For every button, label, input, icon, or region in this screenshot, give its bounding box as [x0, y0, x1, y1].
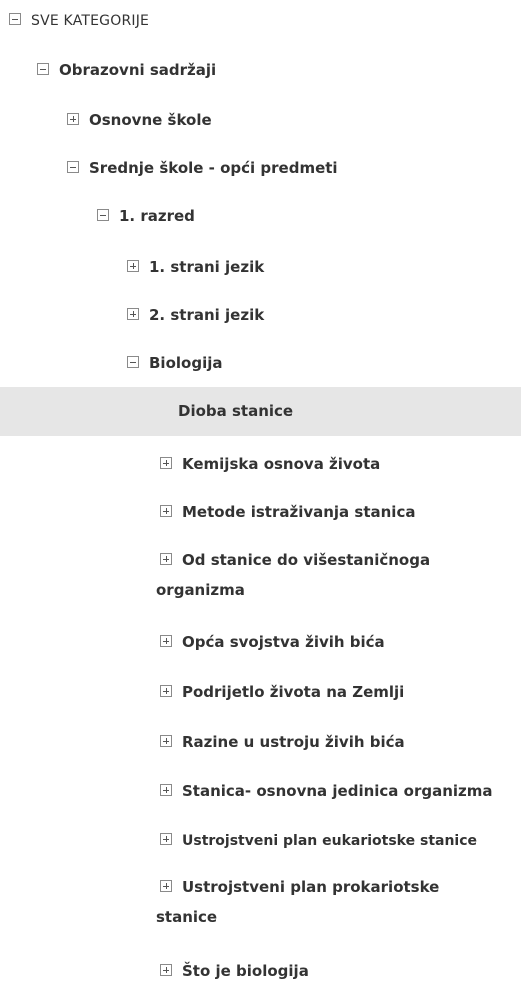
expand-icon[interactable]	[160, 735, 172, 747]
collapse-icon[interactable]	[9, 13, 21, 25]
tree-node-label: Razine u ustroju živih bića	[182, 733, 405, 751]
tree-node-label: 1. razred	[119, 207, 195, 225]
tree-node-metode-istrazivanja-stanica[interactable]: Metode istraživanja stanica	[0, 497, 521, 527]
tree-node-label: Stanica- osnovna jedinica organizma	[182, 782, 493, 800]
tree-node-podrijetlo-zivota-na-zemlji[interactable]: Podrijetlo života na Zemlji	[0, 677, 521, 707]
tree-node-label: Obrazovni sadržaji	[59, 61, 217, 79]
collapse-icon[interactable]	[37, 63, 49, 75]
expand-icon[interactable]	[160, 505, 172, 517]
tree-node-label: Ustrojstveni plan prokariotske stanice	[156, 878, 440, 926]
collapse-icon[interactable]	[127, 356, 139, 368]
tree-node-1-strani-jezik[interactable]: 1. strani jezik	[0, 252, 521, 282]
tree-node-label: Kemijska osnova života	[182, 455, 381, 473]
wrapped-label-container: Ustrojstveni plan prokariotske stanice	[156, 872, 456, 932]
wrapped-label-container: Od stanice do višestaničnoga organizma	[156, 545, 456, 605]
tree-node-label: Što je biologija	[182, 962, 309, 980]
expand-icon[interactable]	[67, 113, 79, 125]
tree-node-osnovne-skole[interactable]: Osnovne škole	[0, 105, 521, 135]
expand-icon[interactable]	[160, 964, 172, 976]
expand-icon[interactable]	[160, 880, 172, 892]
tree-node-ustrojstveni-plan-prokariotske-stanice[interactable]: Ustrojstveni plan prokariotske stanice	[0, 872, 521, 932]
tree-node-razine-u-ustroju-zivih-bica[interactable]: Razine u ustroju živih bića	[0, 727, 521, 757]
tree-node-label: Podrijetlo života na Zemlji	[182, 683, 405, 701]
tree-node-label: Biologija	[149, 354, 223, 372]
tree-node-ustrojstveni-plan-eukariotske-stanice[interactable]: Ustrojstveni plan eukariotske stanice	[0, 825, 521, 856]
category-tree: SVE KATEGORIJE Obrazovni sadržaji Osnovn…	[0, 0, 521, 982]
tree-node-obrazovni-sadrzaji[interactable]: Obrazovni sadržaji	[0, 55, 521, 85]
expand-icon[interactable]	[160, 553, 172, 565]
expand-icon[interactable]	[160, 635, 172, 647]
tree-node-kemijska-osnova-zivota[interactable]: Kemijska osnova života	[0, 449, 521, 479]
expand-icon[interactable]	[127, 308, 139, 320]
tree-node-srednje-skole[interactable]: Srednje škole - opći predmeti	[0, 153, 521, 183]
tree-node-opca-svojstva-zivih-bica[interactable]: Opća svojstva živih bića	[0, 627, 521, 657]
tree-node-label: Ustrojstveni plan eukariotske stanice	[182, 833, 478, 849]
tree-node-stanica-osnovna-jedinica-organizma[interactable]: Stanica- osnovna jedinica organizma	[0, 776, 521, 806]
tree-node-label: Srednje škole - opći predmeti	[89, 159, 338, 177]
expand-icon[interactable]	[160, 833, 172, 845]
tree-node-sve-kategorije[interactable]: SVE KATEGORIJE	[0, 5, 521, 36]
tree-node-label: SVE KATEGORIJE	[31, 13, 150, 29]
expand-icon[interactable]	[160, 685, 172, 697]
tree-node-label: Dioba stanice	[178, 402, 294, 420]
tree-node-label: 2. strani jezik	[149, 306, 265, 324]
tree-node-dioba-stanice-selected[interactable]: Dioba stanice	[0, 387, 521, 436]
expand-icon[interactable]	[127, 260, 139, 272]
tree-node-label: Osnovne škole	[89, 111, 212, 129]
tree-node-label: Od stanice do višestaničnoga organizma	[156, 551, 431, 599]
collapse-icon[interactable]	[97, 209, 109, 221]
tree-node-label: Opća svojstva živih bića	[182, 633, 385, 651]
expand-icon[interactable]	[160, 784, 172, 796]
tree-node-label: Metode istraživanja stanica	[182, 503, 416, 521]
tree-node-label: 1. strani jezik	[149, 258, 265, 276]
expand-icon[interactable]	[160, 457, 172, 469]
tree-node-1-razred[interactable]: 1. razred	[0, 201, 521, 231]
tree-node-biologija[interactable]: Biologija	[0, 348, 521, 378]
tree-node-od-stanice-do-visestanicnoga-organizma[interactable]: Od stanice do višestaničnoga organizma	[0, 545, 521, 605]
collapse-icon[interactable]	[67, 161, 79, 173]
tree-node-2-strani-jezik[interactable]: 2. strani jezik	[0, 300, 521, 330]
